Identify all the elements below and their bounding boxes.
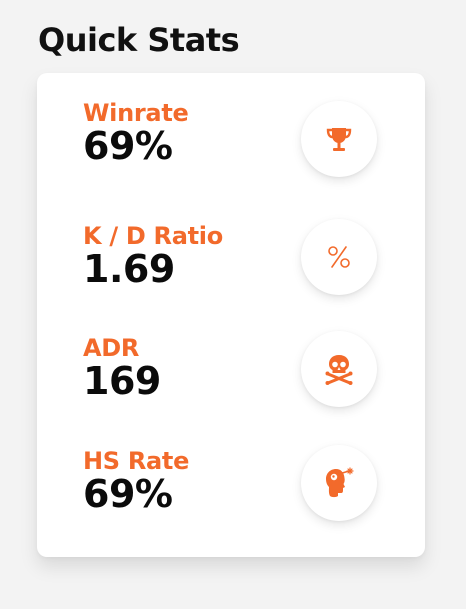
stat-winrate: Winrate 69% <box>83 99 403 179</box>
skull-crossbones-icon <box>301 331 377 407</box>
stat-adr: ADR 169 <box>83 331 403 414</box>
stat-hs-rate: HS Rate 69% <box>83 445 403 527</box>
stat-label: HS Rate <box>83 447 190 475</box>
page-title: Quick Stats <box>38 21 240 59</box>
quick-stats-card: Winrate 69% K / D Ratio 1.69 ADR 169 HS … <box>37 73 425 557</box>
stat-label: K / D Ratio <box>83 222 223 250</box>
stat-value: 69% <box>83 124 173 168</box>
percent-icon <box>301 219 377 295</box>
stat-label: Winrate <box>83 99 189 127</box>
stat-value: 69% <box>83 472 173 516</box>
stat-kd-ratio: K / D Ratio 1.69 <box>83 219 403 302</box>
trophy-icon <box>301 101 377 177</box>
stat-value: 169 <box>83 359 161 403</box>
stat-value: 1.69 <box>83 247 175 291</box>
stat-label: ADR <box>83 334 140 362</box>
headshot-icon <box>301 445 377 521</box>
